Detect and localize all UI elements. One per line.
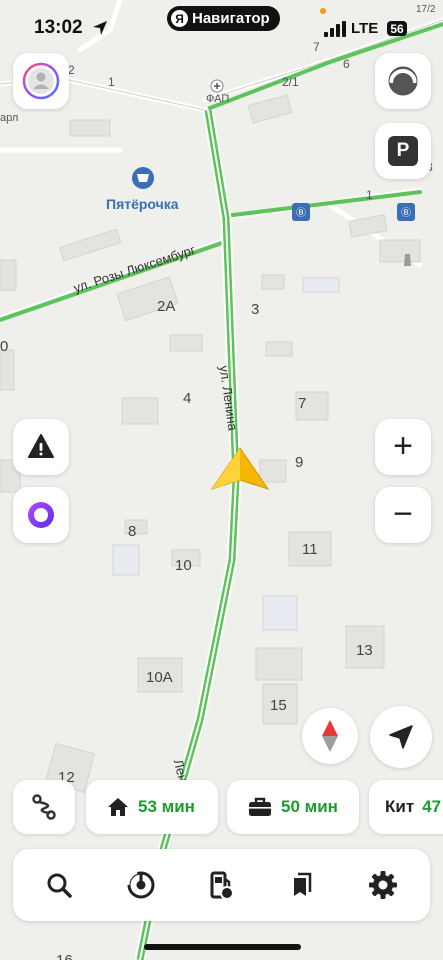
zoom-in-button[interactable]: + <box>375 419 431 475</box>
privacy-indicator-dot <box>320 8 326 14</box>
route-icon <box>32 794 56 820</box>
house-number: 10А <box>146 669 173 686</box>
bottom-tab-bar <box>13 849 430 921</box>
search-icon <box>47 873 72 898</box>
house-number: 2/1 <box>282 75 299 89</box>
tab-settings[interactable] <box>363 865 403 905</box>
house-number: 15 <box>270 697 287 714</box>
house-number: 11 <box>302 541 318 558</box>
app-return-pill[interactable]: Я Навигатор <box>167 6 280 31</box>
destination-work-card[interactable]: 50 мин <box>227 780 359 834</box>
home-indicator[interactable] <box>144 944 301 950</box>
warning-icon <box>28 434 54 458</box>
compass-icon <box>322 720 338 752</box>
tab-bookmarks[interactable] <box>282 865 322 905</box>
house-number: 7 <box>298 395 307 412</box>
house-number: 1 <box>108 75 115 89</box>
profile-button[interactable] <box>13 53 69 109</box>
plus-icon: + <box>393 426 413 465</box>
house-number: 0 <box>0 338 9 355</box>
house-number: 2А <box>157 298 176 315</box>
parking-icon: P <box>388 136 418 166</box>
cellular-signal-icon <box>324 21 346 37</box>
kit-eta: 47 <box>422 797 442 816</box>
house-number: 3 <box>251 301 260 318</box>
svg-text:Ⓑ: Ⓑ <box>296 207 306 219</box>
network-type: LTE <box>351 20 379 37</box>
route-overview-button[interactable] <box>13 780 75 834</box>
fuel-icon <box>210 871 234 900</box>
house-number: 9 <box>295 454 304 471</box>
house-number: 10 <box>175 557 192 574</box>
speed-icon <box>388 66 418 96</box>
svg-text:Ⓑ: Ⓑ <box>401 207 411 219</box>
status-bar: 13:02 Я Навигатор LTE 56 <box>0 0 443 50</box>
tab-search[interactable] <box>39 865 79 905</box>
house-number: арл <box>0 112 19 124</box>
destination-home-card[interactable]: 53 мин <box>86 780 218 834</box>
music-icon <box>126 871 155 899</box>
poi-pyaterochka-label[interactable]: Пятёрочка <box>106 196 179 212</box>
house-number: 6 <box>343 57 350 71</box>
report-event-button[interactable] <box>13 419 69 475</box>
location-arrow-icon <box>93 21 107 35</box>
house-number: 16 <box>56 952 73 960</box>
speed-limit-button[interactable] <box>375 53 431 109</box>
locate-icon <box>389 725 413 749</box>
tab-fuel[interactable] <box>201 865 241 905</box>
kit-name: Кит <box>385 797 415 816</box>
briefcase-icon <box>249 797 271 816</box>
alice-voice-button[interactable] <box>13 487 69 543</box>
house-number: 13 <box>356 642 373 659</box>
status-time: 13:02 <box>34 17 83 38</box>
my-location-button[interactable] <box>370 706 432 768</box>
gear-icon <box>369 871 397 899</box>
tab-music[interactable] <box>121 865 161 905</box>
work-eta: 50 мин <box>281 797 338 816</box>
house-number: 1 <box>366 188 373 202</box>
avatar-icon <box>22 62 60 100</box>
parking-button[interactable]: P <box>375 123 431 179</box>
minus-icon: − <box>393 494 413 533</box>
zoom-out-button[interactable]: − <box>375 487 431 543</box>
home-eta: 53 мин <box>138 797 195 816</box>
app-pill-label: Навигатор <box>192 10 270 27</box>
bookmarks-icon <box>294 872 312 896</box>
home-icon <box>108 798 128 816</box>
battery-icon: 56 <box>387 21 407 36</box>
house-number: 2 <box>68 63 75 77</box>
yandex-logo-icon: Я <box>171 10 188 27</box>
destination-kit-card[interactable]: Кит 47 <box>369 780 443 834</box>
house-number: 4 <box>183 390 192 407</box>
house-number: 8 <box>128 523 137 540</box>
compass-button[interactable] <box>302 708 358 764</box>
alice-icon <box>28 502 54 528</box>
poi-fap-label[interactable]: ФАП <box>206 93 229 105</box>
